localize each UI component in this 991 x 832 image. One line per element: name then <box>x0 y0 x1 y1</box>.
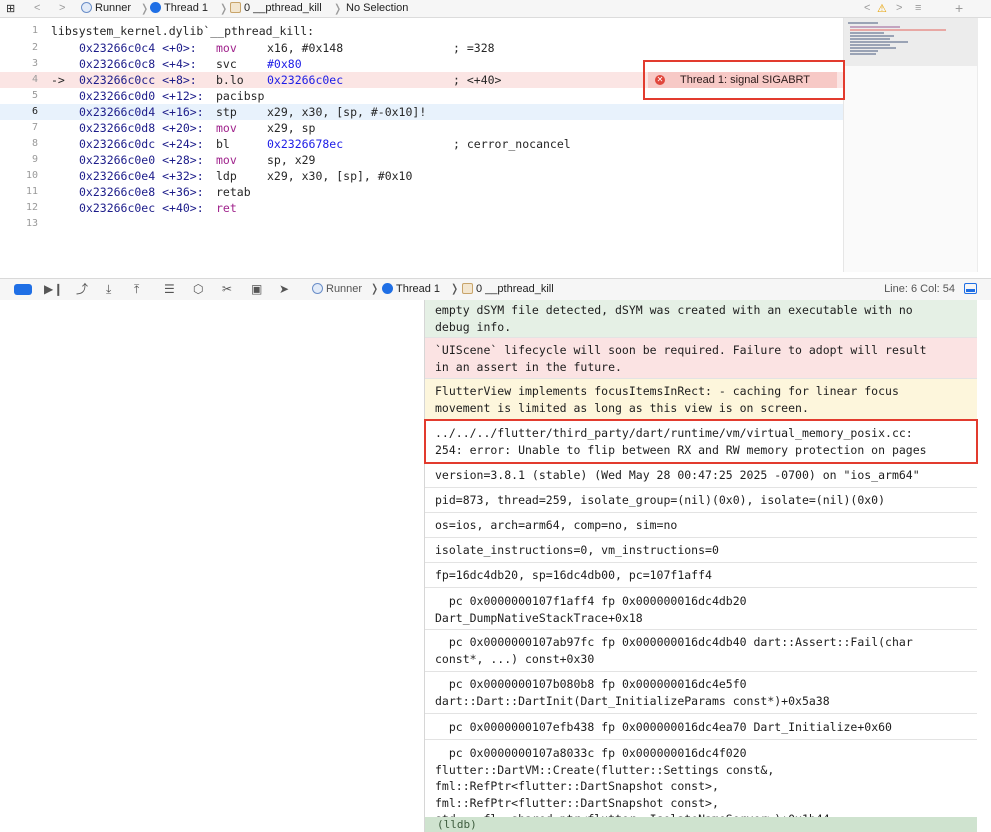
add-editor-icon[interactable]: + <box>955 0 963 16</box>
minimap-line <box>850 38 890 40</box>
debug-view-hierarchy-icon[interactable]: ☰ <box>164 282 175 297</box>
warning-icon[interactable]: ⚠ <box>877 2 887 15</box>
breadcrumb-thread[interactable]: Thread 1 <box>150 2 208 14</box>
breadcrumb-project[interactable]: Runner <box>81 2 131 14</box>
breadcrumb-frame[interactable]: 0 __pthread_kill <box>230 2 322 14</box>
breadcrumb-selection[interactable]: No Selection <box>346 2 408 14</box>
forward-icon[interactable]: > <box>59 2 65 14</box>
memory-graph-icon[interactable]: ⬡ <box>193 282 203 297</box>
minimap-line <box>850 26 900 28</box>
environment-overrides-icon[interactable]: ✂ <box>222 282 232 297</box>
back-icon[interactable]: < <box>34 2 40 14</box>
hide-debug-area-button[interactable] <box>14 284 32 295</box>
minimap-line <box>850 35 894 37</box>
breadcrumb-separator: ❭ <box>219 3 229 15</box>
console-message: empty dSYM file detected, dSYM was creat… <box>425 300 977 338</box>
step-out-icon[interactable]: ⤒ <box>134 282 139 297</box>
jump-bar: ⊞ < > Runner ❭ Thread 1 ❭ 0 __pthread_ki… <box>0 0 991 18</box>
stack-frame-icon <box>462 283 473 294</box>
minimap-line <box>850 29 946 31</box>
console-scrollbar[interactable] <box>977 300 991 832</box>
breadcrumb-separator: ❭ <box>450 283 460 295</box>
console-message: pc 0x0000000107ab97fc fp 0x000000016dc4d… <box>425 630 977 672</box>
instruction-pointer-arrow: -> <box>51 73 65 87</box>
console-message: FlutterView implements focusItemsInRect:… <box>425 379 977 420</box>
debug-bar: ▶❙ ⤴ ⤓ ⤒ ☰ ⬡ ✂ ▣ ➤ Runner ❭ Thread 1 ❭ 0… <box>0 278 991 301</box>
related-items-icon[interactable]: ⊞ <box>6 2 15 15</box>
minimap-line <box>850 32 884 34</box>
code-line[interactable]: 11 0x23266c0e8 <+36>: retab <box>0 184 843 200</box>
code-line[interactable]: 12 0x23266c0ec <+40>: ret <box>0 200 843 216</box>
editor-scrollbar[interactable] <box>977 18 991 272</box>
debug-breadcrumb-frame[interactable]: 0 __pthread_kill <box>462 282 554 297</box>
highlight-box-signal <box>643 60 845 100</box>
console-message: pid=873, thread=259, isolate_group=(nil)… <box>425 488 977 513</box>
minimap-line <box>850 50 878 52</box>
debug-breadcrumb-project[interactable]: Runner <box>312 282 362 297</box>
app-target-icon <box>312 283 323 294</box>
document-items-icon[interactable]: ≡ <box>915 2 921 14</box>
breadcrumb-separator: ❭ <box>370 283 380 295</box>
console-output[interactable]: empty dSYM file detected, dSYM was creat… <box>425 300 977 832</box>
breadcrumb-separator: ❭ <box>333 3 343 15</box>
console-message: pc 0x0000000107f1aff4 fp 0x000000016dc4d… <box>425 588 977 630</box>
step-into-icon[interactable]: ⤓ <box>106 282 111 297</box>
thread-icon <box>150 2 161 13</box>
console-message: os=ios, arch=arm64, comp=no, sim=no <box>425 513 977 538</box>
minimap-line <box>848 22 878 24</box>
console-message: pc 0x0000000107efb438 fp 0x000000016dc4e… <box>425 714 977 740</box>
code-line[interactable]: 1 libsystem_kernel.dylib`__pthread_kill: <box>0 23 843 39</box>
code-line[interactable]: 2 0x23266c0c4 <+0>: mov x16, #0x148; =328 <box>0 40 843 56</box>
console-message: fp=16dc4db20, sp=16dc4db00, pc=107f1aff4 <box>425 563 977 588</box>
minimap-line <box>850 53 876 55</box>
line-column-indicator: Line: 6 Col: 54 <box>884 283 955 295</box>
minimap[interactable] <box>843 18 978 272</box>
breadcrumb-separator: ❭ <box>140 3 150 15</box>
toggle-icon[interactable]: ▣ <box>251 282 262 297</box>
lldb-prompt[interactable]: (lldb) <box>425 817 977 832</box>
code-line[interactable]: 9 0x23266c0e0 <+28>: mov sp, x29 <box>0 152 843 168</box>
code-line[interactable]: 7 0x23266c0d8 <+20>: mov x29, sp <box>0 120 843 136</box>
console-panel-toggle-icon[interactable] <box>964 283 977 294</box>
variables-view[interactable] <box>0 300 425 832</box>
next-issue-icon[interactable]: > <box>896 2 902 14</box>
minimap-line <box>850 44 890 46</box>
console-message: version=3.8.1 (stable) (Wed May 28 00:47… <box>425 463 977 488</box>
cursor-line[interactable]: 6 0x23266c0d4 <+16>: stp x29, x30, [sp, #-0… <box>0 104 843 120</box>
simulate-location-icon[interactable]: ➤ <box>279 282 289 297</box>
console-message: isolate_instructions=0, vm_instructions=… <box>425 538 977 563</box>
continue-icon[interactable]: ▶❙ <box>44 282 63 297</box>
minimap-line <box>850 47 896 49</box>
step-over-icon[interactable]: ⤴ <box>76 282 88 297</box>
console-message: pc 0x0000000107b080b8 fp 0x000000016dc4e… <box>425 672 977 714</box>
code-line[interactable]: 13 <box>0 216 843 232</box>
app-target-icon <box>81 2 92 13</box>
stack-frame-icon <box>230 2 241 13</box>
minimap-line <box>850 41 908 43</box>
code-line[interactable]: 10 0x23266c0e4 <+32>: ldp x29, x30, [sp], #… <box>0 168 843 184</box>
console-message: `UIScene` lifecycle will soon be require… <box>425 338 977 379</box>
disassembly-editor[interactable]: 1 libsystem_kernel.dylib`__pthread_kill: … <box>0 18 843 272</box>
debug-breadcrumb-thread[interactable]: Thread 1 <box>382 282 440 297</box>
code-line[interactable]: 8 0x23266c0dc <+24>: bl 0x2326678ec; cerror… <box>0 136 843 152</box>
thread-icon <box>382 283 393 294</box>
previous-issue-icon[interactable]: < <box>864 2 870 14</box>
highlight-box-error <box>424 419 978 464</box>
